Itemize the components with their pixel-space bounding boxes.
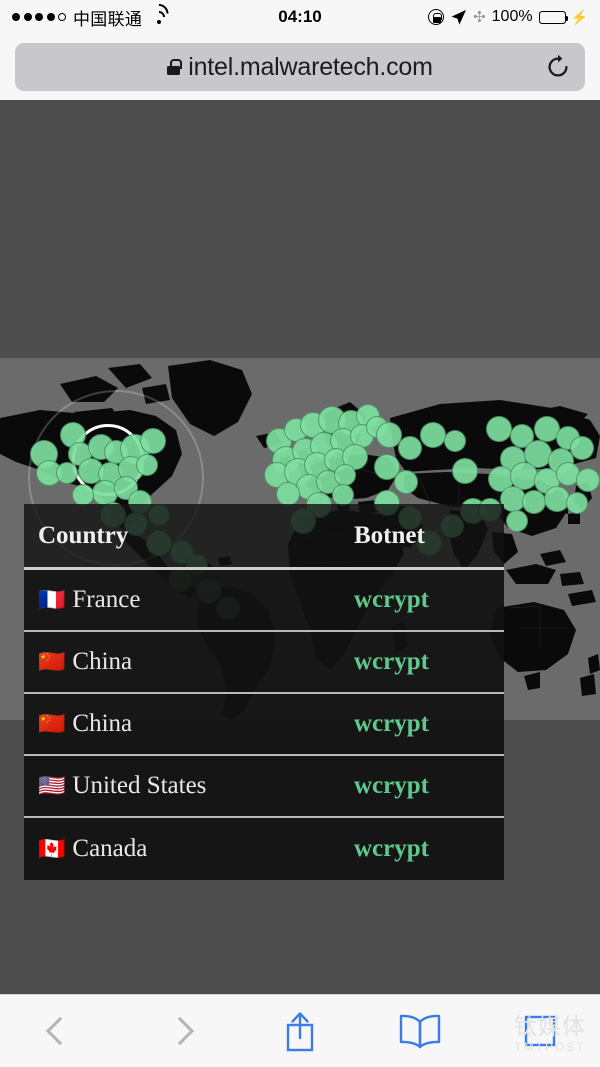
status-bar-right: ✣ 100% ⚡ [428, 8, 588, 26]
bookmarks-icon [399, 1014, 441, 1049]
battery-percent-label: 100% [491, 8, 533, 25]
table-row[interactable]: 🇺🇸 United States wcrypt [24, 756, 504, 818]
botnet-table: Country Botnet 🇫🇷 France wcrypt 🇨🇳 China… [24, 504, 504, 880]
forward-button[interactable] [120, 995, 240, 1067]
botnet-label: wcrypt [354, 586, 429, 613]
rotation-lock-icon [428, 9, 445, 25]
battery-icon [538, 10, 568, 24]
country-flag-icon: 🇨🇳 [38, 649, 66, 674]
botnet-label: wcrypt [354, 772, 429, 799]
browser-toolbar: 钛媒体 TMTPOST [0, 994, 600, 1067]
country-label: United States [72, 772, 207, 799]
table-header-row: Country Botnet [24, 504, 504, 570]
status-bar-left: 中国联通 [12, 0, 173, 30]
location-arrow-icon [451, 9, 467, 25]
country-flag-icon: 🇫🇷 [38, 587, 66, 612]
back-button[interactable] [0, 995, 120, 1067]
row-country-cell: 🇨🇳 China [24, 710, 354, 738]
country-flag-icon: 🇨🇳 [38, 711, 66, 736]
row-botnet-cell: wcrypt [354, 710, 504, 738]
chevron-left-icon [45, 1016, 75, 1046]
country-label: France [72, 586, 141, 613]
chevron-right-icon [165, 1016, 195, 1046]
tabs-button[interactable]: 钛媒体 TMTPOST [480, 995, 600, 1067]
url-text: intel.malwaretech.com [188, 52, 433, 81]
url-input[interactable]: intel.malwaretech.com [15, 43, 585, 91]
table-row[interactable]: 🇨🇳 China wcrypt [24, 632, 504, 694]
table-row[interactable]: 🇨🇳 China wcrypt [24, 694, 504, 756]
bookmarks-button[interactable] [360, 995, 480, 1067]
row-botnet-cell: wcrypt [354, 772, 504, 800]
table-row[interactable]: 🇫🇷 France wcrypt [24, 570, 504, 632]
bluetooth-icon: ✣ [473, 8, 486, 26]
browser-url-bar-container: intel.malwaretech.com [0, 34, 600, 100]
row-country-cell: 🇺🇸 United States [24, 772, 354, 800]
botnet-label: wcrypt [354, 835, 429, 862]
lock-icon [167, 59, 182, 75]
botnet-label: wcrypt [354, 710, 429, 737]
phone-screen: 中国联通 04:10 ✣ 100% ⚡ intel.malwaretech.co… [0, 0, 600, 1067]
country-label: Canada [72, 835, 148, 862]
country-label: China [72, 648, 133, 675]
row-botnet-cell: wcrypt [354, 648, 504, 676]
table-header-country: Country [38, 521, 129, 549]
carrier-label: 中国联通 [73, 9, 143, 29]
row-botnet-cell: wcrypt [354, 835, 504, 863]
reload-icon[interactable] [545, 54, 571, 80]
row-country-cell: 🇨🇳 China [24, 648, 354, 676]
charging-bolt-icon: ⚡ [570, 9, 588, 25]
table-header-botnet: Botnet [354, 521, 425, 549]
row-botnet-cell: wcrypt [354, 586, 504, 614]
country-label: China [72, 710, 133, 737]
country-flag-icon: 🇨🇦 [38, 836, 66, 861]
share-icon [286, 1012, 314, 1052]
country-flag-icon: 🇺🇸 [38, 773, 66, 798]
wifi-icon [145, 0, 173, 27]
tabs-icon [524, 1015, 556, 1047]
row-country-cell: 🇫🇷 France [24, 586, 354, 614]
row-country-cell: 🇨🇦 Canada [24, 835, 354, 863]
table-row[interactable]: 🇨🇦 Canada wcrypt [24, 818, 504, 880]
status-bar: 中国联通 04:10 ✣ 100% ⚡ [0, 0, 600, 34]
botnet-label: wcrypt [354, 648, 429, 675]
web-page-content: Country Botnet 🇫🇷 France wcrypt 🇨🇳 China… [0, 100, 600, 994]
signal-strength-icon [12, 13, 66, 21]
share-button[interactable] [240, 995, 360, 1067]
